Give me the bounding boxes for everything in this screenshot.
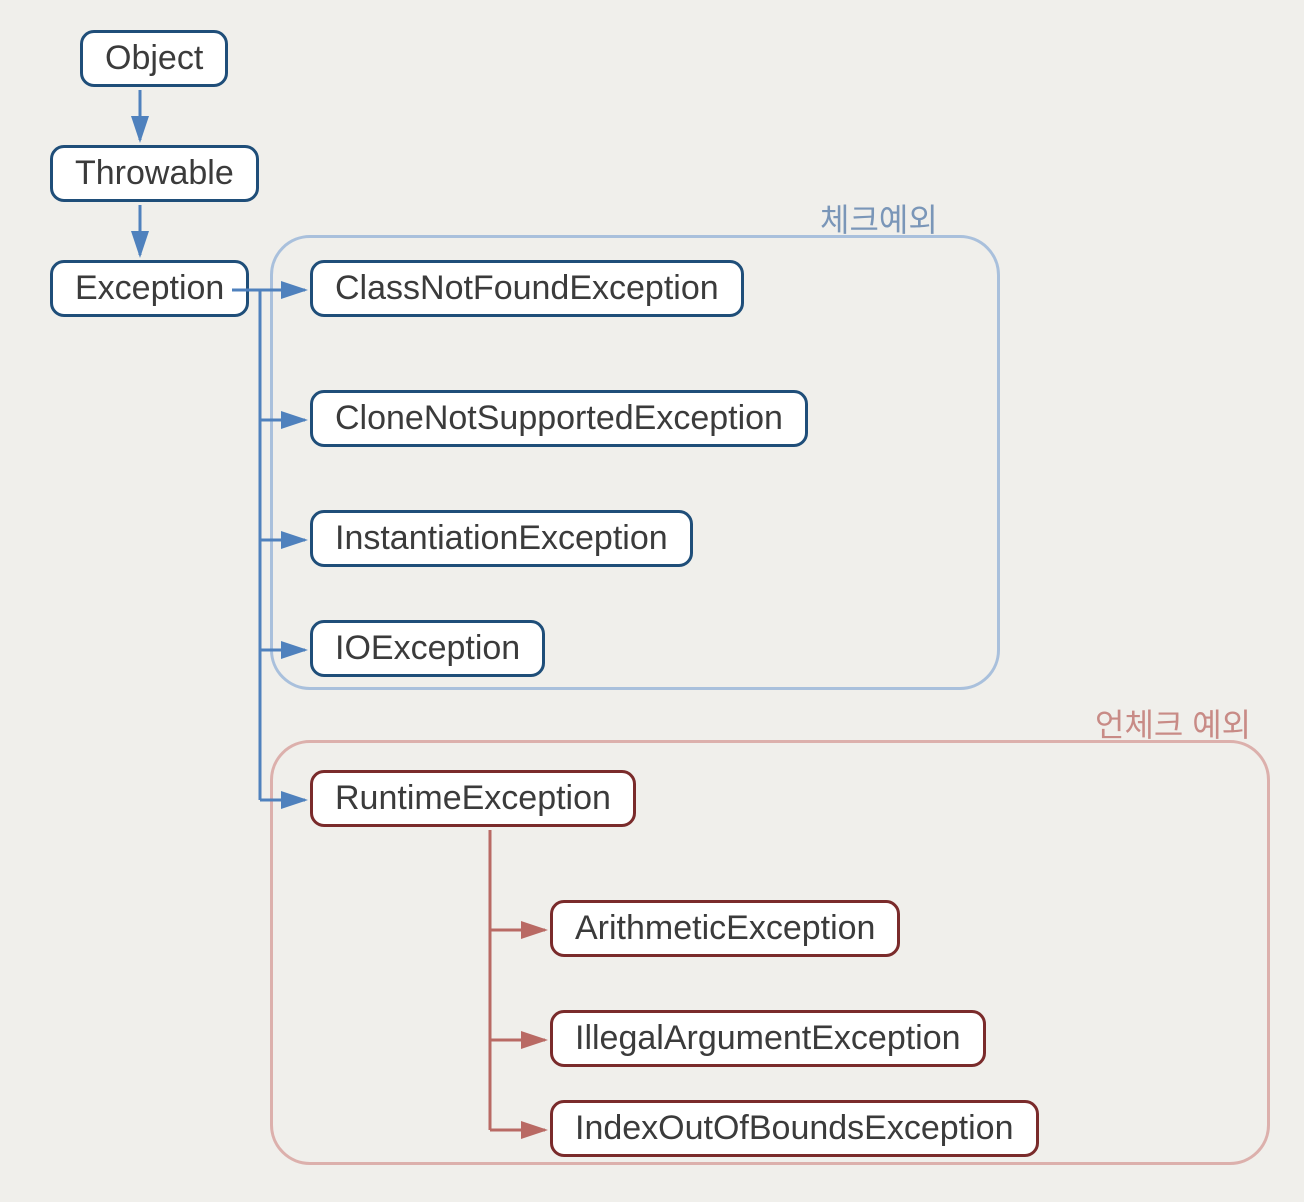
node-object: Object <box>80 30 228 87</box>
checked-exception-label: 체크예외 <box>820 195 938 241</box>
node-class-not-found-exception: ClassNotFoundException <box>310 260 744 317</box>
node-clone-not-supported-exception: CloneNotSupportedException <box>310 390 808 447</box>
node-throwable: Throwable <box>50 145 259 202</box>
unchecked-exception-label: 언체크 예외 <box>1095 700 1251 746</box>
node-runtime-exception: RuntimeException <box>310 770 636 827</box>
node-exception: Exception <box>50 260 249 317</box>
exception-hierarchy-diagram: 체크예외 언체크 예외 Object Throwable Exception C… <box>0 0 1304 1202</box>
node-arithmetic-exception: ArithmeticException <box>550 900 900 957</box>
node-index-out-of-bounds-exception: IndexOutOfBoundsException <box>550 1100 1039 1157</box>
node-illegal-argument-exception: IllegalArgumentException <box>550 1010 986 1067</box>
node-ioexception: IOException <box>310 620 545 677</box>
node-instantiation-exception: InstantiationException <box>310 510 693 567</box>
